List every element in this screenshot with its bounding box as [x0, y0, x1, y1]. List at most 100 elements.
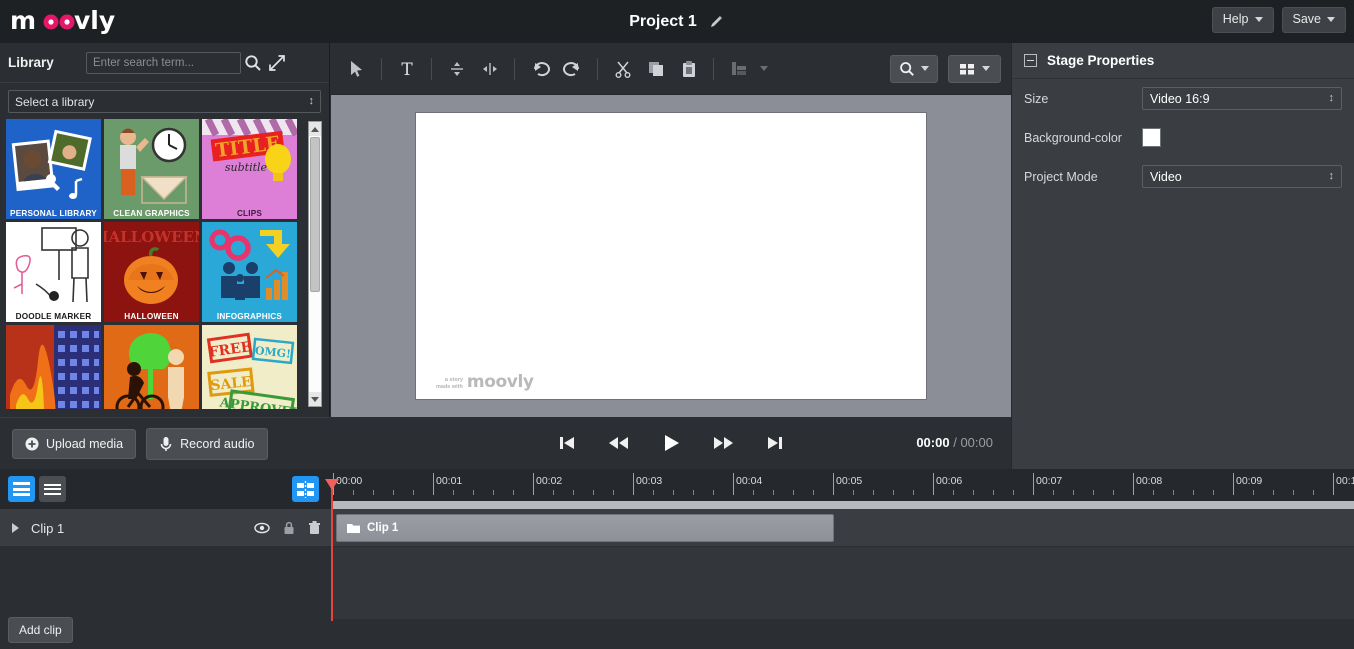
collapse-icon[interactable] — [1024, 54, 1037, 67]
track-icons — [254, 509, 321, 547]
library-select-value: Select a library — [15, 95, 94, 109]
edit-pencil-icon[interactable] — [709, 14, 725, 30]
timeline-ruler[interactable]: 00:00 00:01 00:02 00:03 00:04 00:05 00 — [331, 469, 1354, 509]
toolbar-separator — [597, 58, 598, 80]
copy-icon[interactable] — [640, 54, 671, 84]
expand-triangle-icon[interactable] — [12, 523, 19, 533]
help-button[interactable]: Help — [1212, 7, 1274, 33]
record-audio-button[interactable]: Record audio — [146, 428, 267, 460]
library-item[interactable] — [6, 325, 101, 409]
playhead[interactable] — [331, 479, 333, 621]
skip-to-start-button[interactable] — [554, 430, 580, 456]
ruler-label: 00:09 — [1236, 475, 1262, 487]
grid-view-dropdown-button[interactable] — [948, 55, 1001, 83]
track-header[interactable]: Clip 1 — [0, 509, 331, 547]
background-color-swatch[interactable] — [1142, 128, 1161, 147]
track-label: Clip 1 — [31, 521, 64, 536]
cut-icon[interactable] — [607, 54, 638, 84]
play-button[interactable] — [658, 430, 684, 456]
fast-forward-button[interactable] — [710, 430, 736, 456]
library-item[interactable]: PERSONAL LIBRARY — [6, 119, 101, 219]
add-clip-button[interactable]: Add clip — [8, 617, 73, 643]
project-mode-value: Video — [1150, 170, 1182, 184]
save-label: Save — [1293, 13, 1322, 26]
library-item[interactable]: FREE OMG! SALE APPROVED — [202, 325, 297, 409]
silhouette-thumb-icon — [104, 325, 199, 409]
track-row: Clip 1 Clip 1 — [0, 509, 1354, 547]
scrollbar-thumb[interactable] — [310, 137, 320, 292]
project-title-group: Project 1 — [0, 0, 1354, 43]
spinner-icon: ↕ — [1329, 172, 1335, 182]
property-row-project-mode: Project Mode Video ↕ — [1012, 157, 1354, 196]
library-item-caption: INFOGRAPHICS — [202, 312, 297, 321]
skip-to-end-button[interactable] — [762, 430, 788, 456]
property-row-background-color: Background-color — [1012, 118, 1354, 157]
watermark-text: a story made with — [436, 377, 463, 391]
delete-trash-icon[interactable] — [308, 521, 321, 535]
library-item[interactable]: CLEAN GRAPHICS — [104, 119, 199, 219]
align-horizontal-icon[interactable] — [474, 54, 505, 84]
undo-icon[interactable] — [524, 54, 555, 84]
library-item[interactable]: INFOGRAPHICS — [202, 222, 297, 322]
spinner-icon: ↕ — [309, 97, 315, 107]
view-mode-lines-button[interactable] — [39, 476, 66, 502]
library-item[interactable]: DOODLE MARKER — [6, 222, 101, 322]
total-time: 00:00 — [960, 435, 993, 450]
editor-center: T — [331, 43, 1011, 469]
align-vertical-icon[interactable] — [441, 54, 472, 84]
top-bar: m vly Project 1 Help Save — [0, 0, 1354, 43]
properties-title: Stage Properties — [1047, 53, 1154, 68]
project-mode-label: Project Mode — [1024, 170, 1142, 184]
svg-text:HALLOWEEN: HALLOWEEN — [104, 228, 199, 246]
playhead-marker-icon — [325, 479, 339, 490]
save-button[interactable]: Save — [1282, 7, 1347, 33]
library-title: Library — [8, 55, 86, 70]
thumbnail-list: PERSONAL LIBRARY CLEAN GRAPHICS — [6, 119, 312, 409]
search-icon[interactable] — [241, 54, 265, 72]
stage-canvas[interactable]: a story made with moovly — [415, 112, 927, 400]
ruler-label: 00:05 — [836, 475, 862, 487]
toolbar-separator — [431, 58, 432, 80]
doodle-marker-thumb-icon — [6, 222, 101, 322]
chevron-down-icon — [1255, 17, 1263, 22]
select-tool-icon[interactable] — [341, 54, 372, 84]
upload-media-button[interactable]: Upload media — [12, 429, 136, 459]
current-time: 00:00 — [916, 435, 949, 450]
search-input[interactable] — [86, 52, 241, 74]
paste-icon[interactable] — [673, 54, 704, 84]
project-mode-select[interactable]: Video ↕ — [1142, 165, 1342, 188]
ruler-label: 00:07 — [1036, 475, 1062, 487]
rewind-button[interactable] — [606, 430, 632, 456]
property-row-size: Size Video 16:9 ↕ — [1012, 79, 1354, 118]
view-mode-blocks-button[interactable] — [8, 476, 35, 502]
zoom-dropdown-button[interactable] — [890, 55, 938, 83]
library-item-caption: DOODLE MARKER — [6, 312, 101, 321]
grid-icon — [959, 62, 976, 76]
size-value: Video 16:9 — [1150, 92, 1210, 106]
watermark-line-2: made with — [436, 384, 463, 391]
redo-icon[interactable] — [557, 54, 588, 84]
clips-thumb-icon: TITLE subtitle — [202, 119, 297, 219]
visibility-eye-icon[interactable] — [254, 522, 270, 534]
scroll-up-arrow-icon[interactable] — [309, 122, 321, 136]
timeline-track-area[interactable] — [331, 547, 1354, 619]
library-item[interactable]: TITLE subtitle CLIPS — [202, 119, 297, 219]
background-color-label: Background-color — [1024, 131, 1142, 145]
watermark-logo: moovly — [467, 374, 534, 391]
library-item[interactable] — [104, 325, 199, 409]
split-clip-button[interactable] — [292, 476, 319, 502]
library-select[interactable]: Select a library ↕ — [8, 90, 321, 113]
expand-icon[interactable] — [265, 54, 289, 72]
library-item[interactable]: HALLOWEEN HALLOWEEN — [104, 222, 199, 322]
moovly-watermark: a story made with moovly — [436, 374, 534, 391]
stage-properties-panel: Stage Properties Size Video 16:9 ↕ Backg… — [1011, 43, 1354, 469]
scroll-down-arrow-icon[interactable] — [309, 392, 321, 406]
timeline-clip[interactable]: Clip 1 — [336, 514, 834, 542]
stage-area: a story made with moovly — [331, 95, 1011, 417]
library-scrollbar[interactable] — [308, 121, 322, 407]
lock-icon[interactable] — [283, 521, 295, 535]
text-tool-icon[interactable]: T — [391, 54, 422, 84]
ruler-label: 00:08 — [1136, 475, 1162, 487]
chevron-down-icon — [1327, 17, 1335, 22]
size-select[interactable]: Video 16:9 ↕ — [1142, 87, 1342, 110]
